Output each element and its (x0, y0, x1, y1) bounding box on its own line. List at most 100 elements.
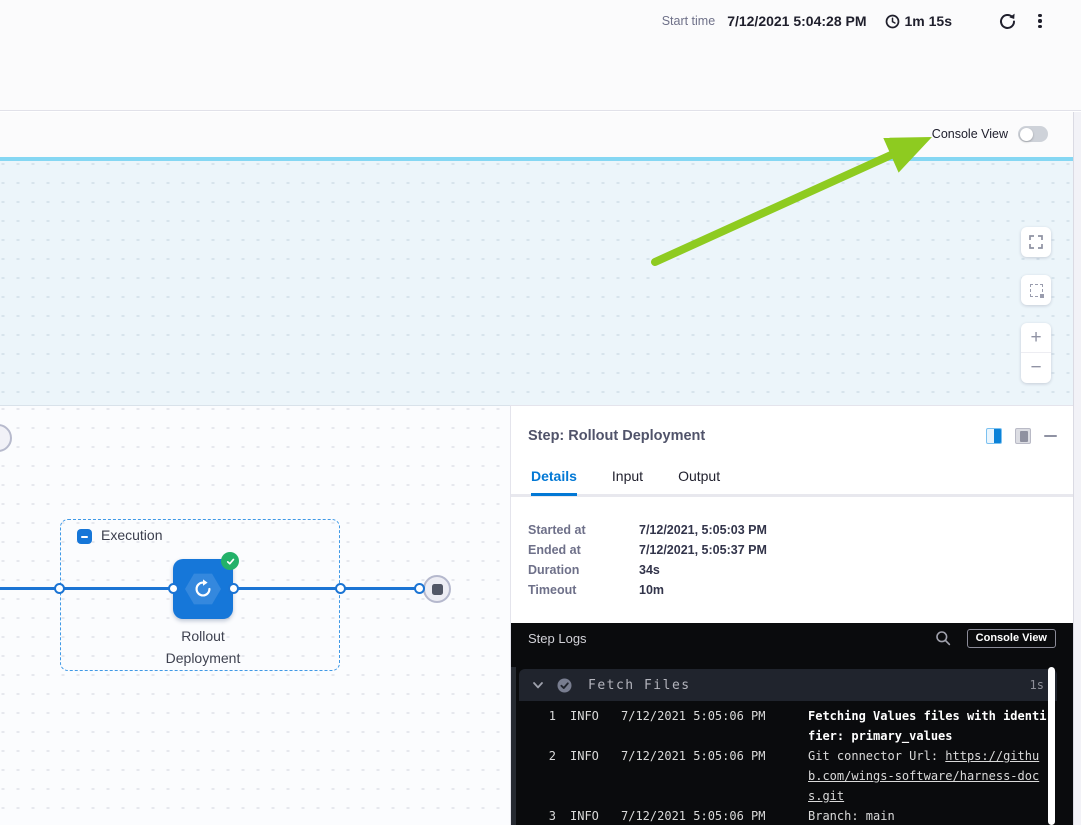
console-view-toggle-group: Console View (932, 126, 1048, 142)
log-lines: 1 INFO 7/12/2021 5:05:06 PM Fetching Val… (516, 701, 1057, 825)
rollout-refresh-icon (192, 578, 214, 600)
view-toolbar: Console View (0, 112, 1073, 157)
log-search-button[interactable] (935, 630, 951, 646)
edge-connector (54, 583, 65, 594)
refresh-icon (998, 12, 1017, 31)
refresh-button[interactable] (994, 8, 1020, 34)
edge-connector (168, 583, 179, 594)
zoom-in-button[interactable]: + (1021, 323, 1051, 353)
pane-shape (1020, 431, 1028, 442)
detail-label: Ended at (528, 543, 639, 557)
detail-value: 7/12/2021, 5:05:37 PM (639, 543, 767, 557)
log-section-title: Fetch Files (588, 678, 691, 693)
panel-layout-controls (986, 428, 1057, 444)
minus-icon (81, 536, 88, 538)
detail-value: 7/12/2021, 5:05:03 PM (639, 523, 767, 537)
log-timestamp: 7/12/2021 5:05:06 PM (621, 806, 777, 825)
fullscreen-button[interactable] (1021, 227, 1051, 257)
log-message: Branch: main (808, 806, 1052, 825)
step-logs-panel: Step Logs Console View Fet (511, 623, 1073, 825)
detail-label: Duration (528, 563, 639, 577)
start-time-label: Start time (662, 14, 716, 28)
node-label-line2: Deployment (118, 647, 288, 669)
check-circle-icon (557, 678, 572, 693)
step-logs-title: Step Logs (528, 631, 587, 646)
detail-row-started-at: Started at 7/12/2021, 5:05:03 PM (528, 520, 767, 540)
success-check-icon (225, 556, 236, 567)
zoom-in-icon: + (1030, 327, 1041, 349)
edge-connector (414, 583, 425, 594)
console-view-label: Console View (932, 127, 1008, 141)
kebab-menu-icon[interactable] (1030, 8, 1050, 34)
canvas-zoom-controls: + − (1021, 227, 1051, 383)
log-message: Git connector Url: https://github.com/wi… (808, 746, 1052, 806)
step-logs-header: Step Logs Console View (511, 623, 1073, 653)
split-view-bottom-icon[interactable] (1015, 428, 1031, 444)
toggle-knob (1020, 128, 1033, 141)
stop-square-icon (432, 584, 443, 595)
log-message-prefix: Git connector Url: (808, 749, 945, 763)
fullscreen-icon (1029, 235, 1043, 249)
log-level: INFO (570, 706, 607, 726)
detail-row-duration: Duration 34s (528, 560, 767, 580)
detail-value: 10m (639, 583, 664, 597)
detail-label: Timeout (528, 583, 639, 597)
collapse-group-button[interactable] (77, 529, 92, 544)
log-timestamp: 7/12/2021 5:05:06 PM (621, 746, 777, 766)
detail-row-timeout: Timeout 10m (528, 580, 767, 600)
step-panel-title: Step: Rollout Deployment (528, 428, 705, 444)
log-line-3: 3 INFO 7/12/2021 5:05:06 PM Branch: main (516, 806, 1057, 825)
zoom-out-button[interactable]: − (1021, 353, 1051, 383)
console-view-button[interactable]: Console View (967, 629, 1056, 648)
split-view-right-icon[interactable] (986, 428, 1002, 444)
tab-output[interactable]: Output (678, 468, 720, 496)
success-badge (221, 552, 239, 570)
search-icon (935, 630, 951, 646)
rollout-deployment-node[interactable] (173, 559, 233, 619)
chevron-down-icon[interactable] (532, 679, 544, 691)
log-timestamp: 7/12/2021 5:05:06 PM (621, 706, 777, 726)
execution-group-label: Execution (101, 527, 162, 543)
step-detail-panel: Step: Rollout Deployment Details Input O… (510, 405, 1073, 825)
zoom-in-out-group: + − (1021, 323, 1051, 383)
detail-value: 34s (639, 563, 660, 577)
pipeline-execution-page: Start time 7/12/2021 5:04:28 PM 1m 15s C… (0, 0, 1081, 825)
execution-meta: Start time 7/12/2021 5:04:28 PM 1m 15s (662, 8, 1050, 34)
log-line-number: 2 (541, 746, 556, 766)
log-level: INFO (570, 746, 607, 766)
log-message: Fetching Values files with identifier: p… (808, 706, 1052, 746)
step-panel-header: Step: Rollout Deployment (528, 426, 1057, 446)
log-line-number: 3 (541, 806, 556, 825)
execution-header: Start time 7/12/2021 5:04:28 PM 1m 15s (0, 0, 1081, 111)
step-details-list: Started at 7/12/2021, 5:05:03 PM Ended a… (528, 520, 767, 600)
log-line-2: 2 INFO 7/12/2021 5:05:06 PM Git connecto… (516, 746, 1057, 806)
detail-row-ended-at: Ended at 7/12/2021, 5:05:37 PM (528, 540, 767, 560)
edge-connector (335, 583, 346, 594)
detail-label: Started at (528, 523, 639, 537)
node-label-line1: Rollout (118, 625, 288, 647)
log-line-1: 1 INFO 7/12/2021 5:05:06 PM Fetching Val… (516, 706, 1057, 746)
step-panel-tabs: Details Input Output (531, 468, 720, 496)
marquee-zoom-icon (1030, 284, 1043, 297)
start-time-value: 7/12/2021 5:04:28 PM (727, 13, 866, 29)
node-label: Rollout Deployment (118, 625, 288, 669)
marquee-zoom-button[interactable] (1021, 275, 1051, 305)
elapsed-value: 1m 15s (905, 13, 952, 29)
page-scrollbar-track[interactable] (1073, 112, 1081, 825)
console-view-toggle[interactable] (1018, 126, 1048, 142)
tab-details[interactable]: Details (531, 468, 577, 496)
stage-graph-canvas[interactable]: + − (0, 161, 1073, 405)
elapsed-duration: 1m 15s (885, 13, 952, 29)
log-section-fetch-files[interactable]: Fetch Files 1s (519, 669, 1057, 701)
minimize-panel-button[interactable] (1044, 435, 1057, 438)
zoom-out-icon: − (1030, 357, 1041, 379)
log-line-number: 1 (541, 706, 556, 726)
tab-input[interactable]: Input (612, 468, 643, 496)
log-level: INFO (570, 806, 607, 825)
edge-connector (228, 583, 239, 594)
log-section-duration: 1s (1030, 678, 1044, 692)
stop-node[interactable] (423, 575, 451, 603)
clock-icon (885, 14, 900, 29)
log-scrollbar-thumb[interactable] (1048, 667, 1055, 825)
previous-node-partial[interactable] (0, 424, 12, 452)
